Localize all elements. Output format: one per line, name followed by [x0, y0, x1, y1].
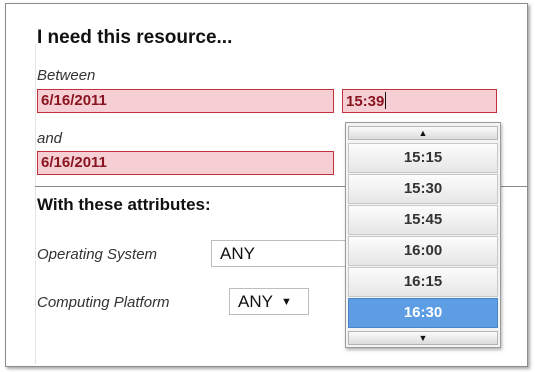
- start-time-field[interactable]: 15:39: [342, 89, 497, 113]
- text-cursor: [385, 92, 387, 109]
- end-date-field[interactable]: 6/16/2011: [37, 151, 334, 175]
- and-label: and: [37, 130, 63, 147]
- arrow-up-icon: ▲: [418, 128, 428, 138]
- time-dropdown[interactable]: ▲ 15:15 15:30 15:45 16:00 16:15 16:30 ▼: [345, 122, 501, 348]
- time-option[interactable]: 16:15: [348, 267, 498, 297]
- platform-select[interactable]: ANY ▼: [229, 288, 309, 315]
- platform-label: Computing Platform: [37, 294, 170, 311]
- between-label: Between: [37, 67, 96, 84]
- start-date-field[interactable]: 6/16/2011: [37, 89, 334, 113]
- platform-select-value: ANY: [238, 292, 273, 311]
- os-select-value: ANY: [220, 244, 255, 263]
- resource-request-panel: I need this resource... Between 6/16/201…: [5, 3, 528, 367]
- time-option[interactable]: 15:30: [348, 174, 498, 204]
- page-title: I need this resource...: [37, 27, 233, 48]
- time-option[interactable]: 15:15: [348, 143, 498, 173]
- attributes-title: With these attributes:: [37, 195, 211, 214]
- os-select[interactable]: ANY: [211, 240, 351, 267]
- time-option-selected[interactable]: 16:30: [348, 298, 498, 328]
- arrow-down-icon: ▼: [418, 333, 428, 343]
- start-time-value: 15:39: [346, 93, 385, 110]
- chevron-down-icon: ▼: [280, 296, 292, 308]
- os-label: Operating System: [37, 246, 158, 263]
- scroll-down-button[interactable]: ▼: [348, 331, 498, 345]
- left-guide-line: [35, 44, 36, 364]
- scroll-up-button[interactable]: ▲: [348, 126, 498, 140]
- time-option[interactable]: 16:00: [348, 236, 498, 266]
- time-option[interactable]: 15:45: [348, 205, 498, 235]
